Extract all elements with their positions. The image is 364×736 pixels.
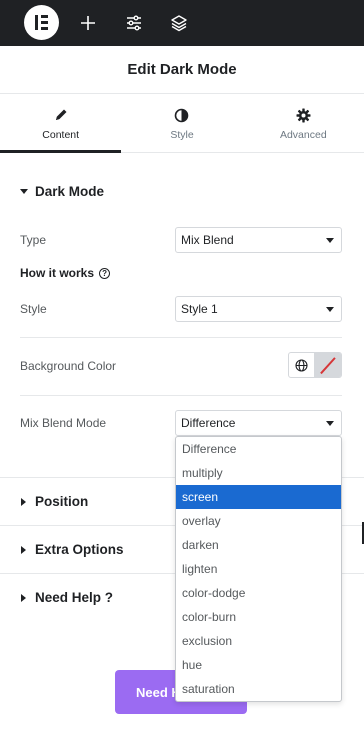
- type-label: Type: [20, 233, 47, 247]
- tab-style[interactable]: Style: [121, 95, 242, 152]
- divider: [20, 395, 342, 396]
- caret-down-icon: [20, 189, 28, 194]
- dropdown-option[interactable]: color-dodge: [176, 581, 341, 605]
- background-color-label: Background Color: [20, 359, 117, 373]
- top-toolbar: [0, 0, 364, 46]
- type-select-value: Mix Blend: [181, 233, 234, 247]
- divider: [20, 337, 342, 338]
- dropdown-option[interactable]: multiply: [176, 461, 341, 485]
- color-swatch-none[interactable]: [315, 353, 341, 377]
- site-settings-sliders-icon[interactable]: [122, 11, 146, 35]
- section-extra-options-title: Extra Options: [35, 542, 124, 557]
- dropdown-option[interactable]: overlay: [176, 509, 341, 533]
- style-select[interactable]: Style 1: [175, 296, 342, 322]
- background-color-control: [288, 352, 342, 378]
- panel-title: Edit Dark Mode: [127, 61, 237, 78]
- chevron-down-icon: [326, 238, 334, 243]
- dropdown-option[interactable]: exclusion: [176, 629, 341, 653]
- chevron-down-icon: [326, 421, 334, 426]
- panel-tabs: Content Style Advanced: [0, 95, 364, 153]
- mix-blend-mode-dropdown: Difference multiply screen overlay darken lig…: [175, 436, 342, 702]
- style-select-value: Style 1: [181, 302, 218, 316]
- structure-layers-icon[interactable]: [167, 11, 191, 35]
- globe-icon[interactable]: [289, 353, 316, 377]
- gear-icon: [294, 106, 312, 124]
- half-circle-icon: [173, 106, 191, 124]
- section-need-help-title: Need Help ?: [35, 590, 114, 605]
- mix-blend-mode-select[interactable]: Difference: [175, 410, 342, 436]
- caret-right-icon: [21, 497, 26, 506]
- tab-advanced-label: Advanced: [279, 129, 327, 141]
- section-position-title: Position: [35, 494, 89, 509]
- how-it-works: How it works ?: [20, 266, 111, 280]
- panel-header: Edit Dark Mode: [0, 46, 364, 94]
- pencil-icon: [52, 106, 70, 124]
- tab-style-label: Style: [170, 129, 194, 141]
- section-dark-mode-title: Dark Mode: [35, 184, 105, 199]
- add-element-icon[interactable]: [76, 11, 100, 35]
- dropdown-option[interactable]: color-burn: [176, 605, 341, 629]
- style-label: Style: [20, 302, 47, 316]
- tab-content-label: Content: [42, 129, 80, 141]
- mix-blend-mode-label: Mix Blend Mode: [20, 416, 107, 430]
- dropdown-option[interactable]: hue: [176, 653, 341, 677]
- dropdown-option[interactable]: screen: [176, 485, 341, 509]
- section-extra-options-toggle[interactable]: Extra Options: [20, 542, 124, 557]
- dropdown-option[interactable]: Difference: [176, 437, 341, 461]
- mix-blend-mode-value: Difference: [181, 416, 236, 430]
- tab-content[interactable]: Content: [0, 95, 122, 153]
- section-dark-mode-toggle[interactable]: Dark Mode: [20, 184, 104, 199]
- dropdown-option[interactable]: darken: [176, 533, 341, 557]
- question-circle-icon[interactable]: ?: [99, 267, 111, 279]
- type-select[interactable]: Mix Blend: [175, 227, 342, 253]
- caret-right-icon: [21, 545, 26, 554]
- elementor-logo-icon[interactable]: [24, 5, 59, 40]
- caret-right-icon: [21, 593, 26, 602]
- chevron-down-icon: [326, 307, 334, 312]
- tab-advanced[interactable]: Advanced: [243, 95, 364, 152]
- dropdown-option[interactable]: lighten: [176, 557, 341, 581]
- section-position-toggle[interactable]: Position: [20, 494, 88, 509]
- how-it-works-label: How it works: [20, 266, 95, 280]
- section-need-help-toggle[interactable]: Need Help ?: [20, 590, 113, 605]
- dropdown-option[interactable]: saturation: [176, 677, 341, 701]
